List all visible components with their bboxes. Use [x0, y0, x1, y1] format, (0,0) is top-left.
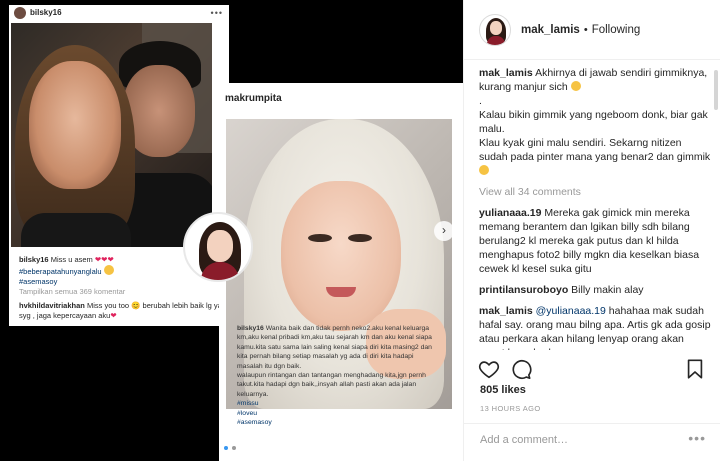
comment-mention[interactable]: @yulianaaa.19: [536, 305, 606, 317]
embedded-screenshot-2: makrumpita bilsky16 Wanita baik dan tida…: [219, 83, 463, 461]
carousel-dot: [232, 446, 236, 450]
hashtag: #loveu: [237, 409, 258, 417]
post-timestamp[interactable]: 13 HOURS AGO: [480, 404, 541, 413]
likes-count[interactable]: 805 likes: [480, 384, 526, 396]
caption-comment: mak_lamis Akhirnya di jawab sendiri gimm…: [479, 66, 711, 178]
comment-user[interactable]: mak_lamis: [479, 305, 533, 317]
caption-text: Miss u asem: [50, 255, 93, 264]
carousel-indicator: [224, 446, 236, 450]
more-icon: •••: [210, 7, 223, 18]
watermark-username: makrumpita: [225, 93, 282, 104]
cartoon-avatar-sticker: [183, 212, 253, 282]
carousel-dot-active: [224, 446, 228, 450]
hashtag: #missu: [237, 400, 259, 408]
hashtag: #asemasoy: [237, 419, 272, 427]
reply-user: hvkhildavitriakhan: [19, 301, 85, 310]
comment-user[interactable]: printilansuroboyo: [479, 284, 568, 296]
next-slide-button[interactable]: ›: [434, 221, 454, 241]
post-header: mak_lamis • Following: [464, 0, 720, 60]
comment-text: Kalau bikin gimmik yang ngeboom donk, bi…: [479, 109, 708, 135]
reply-comment: hvkhildavitriakhan Miss you too 😊 beruba…: [19, 301, 224, 321]
heart-emoji-icon: ❤❤❤: [94, 255, 114, 264]
add-comment-input[interactable]: Add a comment…: [480, 434, 568, 446]
view-comments-text: Tampilkan semua 369 komentar: [19, 287, 126, 296]
profile-avatar[interactable]: [479, 13, 511, 46]
comment-text: .: [479, 95, 482, 107]
header-separator: •: [583, 23, 588, 36]
embedded-screenshot-1: bilsky16 ••• bilsky16 Miss u asem ❤❤❤ #b…: [9, 5, 229, 326]
list-item: yulianaaa.19 Mereka gak gimick min merek…: [479, 206, 711, 276]
embedded-post-header: bilsky16 •••: [9, 5, 229, 20]
hashtag: #asemasoy: [19, 277, 58, 286]
comment-user[interactable]: yulianaaa.19: [479, 207, 541, 219]
smile-emoji-icon: [103, 265, 114, 275]
heart-emoji-icon: ❤: [110, 311, 117, 320]
embedded-username: bilsky16: [30, 8, 62, 17]
more-options-icon[interactable]: •••: [688, 430, 706, 446]
action-bar: [464, 354, 720, 382]
comments-list: mak_lamis Akhirnya di jawab sendiri gimm…: [479, 66, 711, 350]
smile-emoji-icon: [479, 165, 489, 175]
bookmark-icon[interactable]: [684, 358, 706, 380]
embedded-caption: bilsky16 Wanita baik dan tidak pernh nek…: [237, 324, 439, 427]
caption-user: bilsky16: [19, 255, 49, 264]
comment-user[interactable]: mak_lamis: [479, 67, 533, 79]
caption-text-2: walaupun rintangan dan tantangan menghad…: [237, 372, 426, 398]
post-media[interactable]: bilsky16 ••• bilsky16 Miss u asem ❤❤❤ #b…: [0, 0, 463, 461]
list-item: printilansuroboyo Billy makin alay: [479, 283, 711, 297]
comment-icon[interactable]: [510, 358, 532, 380]
heart-icon[interactable]: [478, 358, 500, 380]
add-comment-bar: Add a comment… •••: [464, 423, 720, 461]
caption-text: Wanita baik dan tidak pernh neko2.aku ke…: [237, 325, 432, 370]
list-item: mak_lamis @yulianaaa.19 hahahaa mak suda…: [479, 304, 711, 350]
follow-status-button[interactable]: Following: [592, 24, 641, 36]
header-username[interactable]: mak_lamis: [521, 24, 580, 36]
comment-text: Klau kyak gini malu sendiri. Sekarng nit…: [479, 137, 711, 163]
laugh-emoji-icon: [570, 81, 581, 91]
couple-photo: [11, 23, 212, 247]
view-all-comments-link[interactable]: View all 34 comments: [479, 185, 711, 199]
comment-text: Billy makin alay: [571, 284, 644, 296]
comments-scrollbar[interactable]: [714, 70, 718, 110]
avatar: [14, 6, 26, 19]
caption-user: bilsky16: [237, 325, 264, 332]
